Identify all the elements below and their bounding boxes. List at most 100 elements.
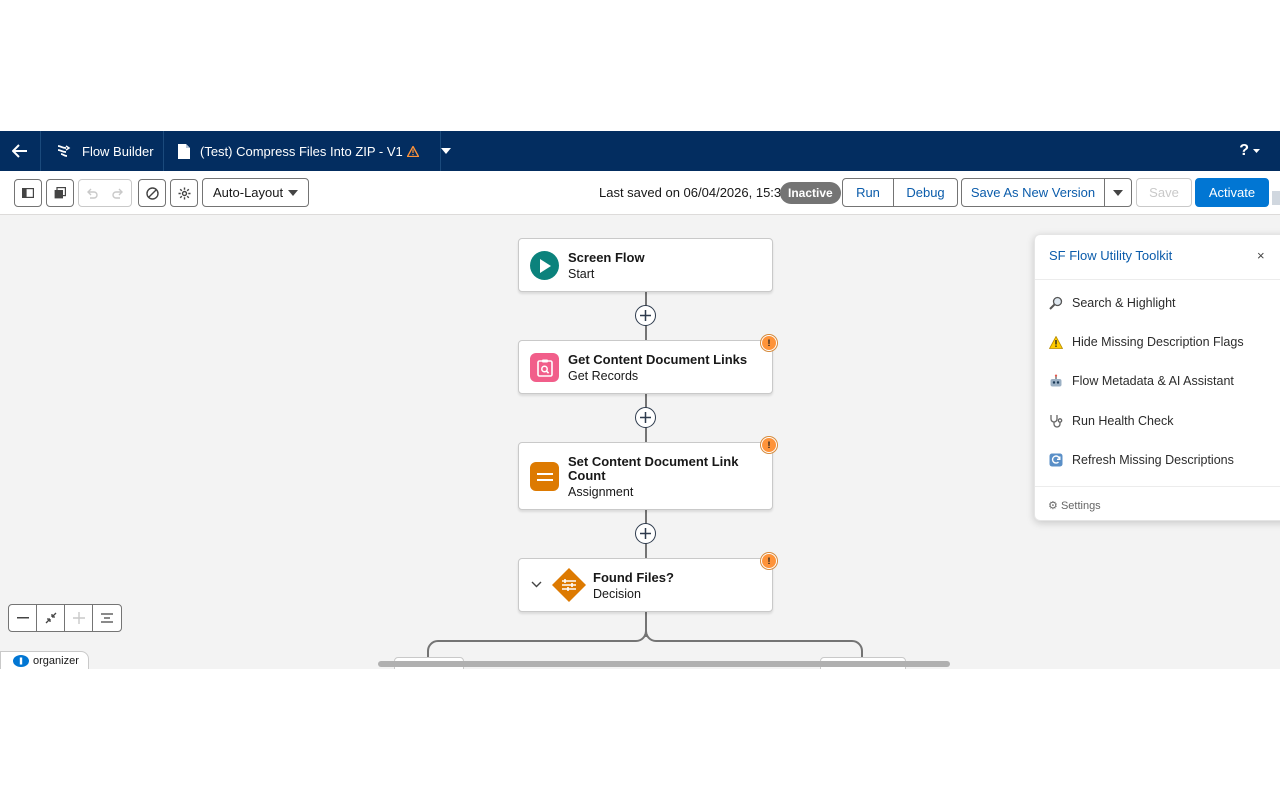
panel-title: SF Flow Utility Toolkit bbox=[1049, 248, 1173, 263]
settings-link[interactable]: ⚙ Settings bbox=[1048, 499, 1101, 512]
add-element-button[interactable] bbox=[635, 407, 656, 428]
flow-title: (Test) Compress Files Into ZIP - V1 bbox=[200, 143, 403, 159]
toolkit-item-label: Run Health Check bbox=[1072, 414, 1174, 428]
save-options-button[interactable] bbox=[1104, 178, 1132, 207]
app-header: Flow Builder (Test) Compress Files Into … bbox=[0, 131, 1280, 171]
warning-icon bbox=[406, 145, 419, 157]
flow-node-assignment[interactable]: Set Content Document Link Count Assignme… bbox=[518, 442, 773, 510]
robot-icon bbox=[1049, 374, 1063, 388]
close-button[interactable]: × bbox=[1257, 248, 1265, 263]
help-menu[interactable]: ? bbox=[1239, 131, 1260, 171]
toolkit-item-search-highlight[interactable]: Search & Highlight bbox=[1049, 294, 1176, 312]
chevron-down-icon[interactable] bbox=[531, 581, 542, 588]
settings-label: Settings bbox=[1060, 500, 1101, 512]
toolkit-item-hide-missing-description-flags[interactable]: Hide Missing Description Flags bbox=[1049, 333, 1244, 351]
add-element-button[interactable] bbox=[635, 305, 656, 326]
app-name: Flow Builder bbox=[82, 143, 154, 159]
organizer-label: organizer bbox=[33, 655, 79, 667]
plus-icon bbox=[640, 528, 651, 539]
back-arrow-icon bbox=[12, 144, 27, 158]
flow-node-start[interactable]: Screen Flow Start bbox=[518, 238, 773, 292]
get-records-icon bbox=[530, 353, 559, 382]
magnifier-icon bbox=[1049, 296, 1063, 310]
back-button[interactable] bbox=[0, 131, 40, 171]
flow-title-menu[interactable]: (Test) Compress Files Into ZIP - V1 bbox=[178, 131, 451, 171]
minus-icon bbox=[16, 617, 29, 619]
toggle-sidebar-button[interactable] bbox=[14, 179, 42, 207]
plus-icon bbox=[72, 612, 85, 624]
node-title: Set Content Document Link Count bbox=[568, 454, 739, 483]
organizer-tab[interactable]: organizer bbox=[0, 651, 89, 669]
block-button[interactable] bbox=[138, 179, 166, 207]
node-subtitle: Start bbox=[568, 267, 595, 281]
settings-button[interactable] bbox=[170, 179, 198, 207]
layout-select-value: Auto-Layout bbox=[213, 185, 284, 200]
layout-select[interactable]: Auto-Layout bbox=[202, 178, 309, 207]
flow-node-decision[interactable]: Found Files? Decision bbox=[518, 558, 773, 612]
collapse-icon bbox=[45, 612, 56, 624]
debug-button[interactable]: Debug bbox=[893, 178, 958, 207]
stethoscope-icon bbox=[1049, 414, 1063, 428]
toolkit-item-label: Refresh Missing Descriptions bbox=[1072, 453, 1234, 467]
save-button[interactable]: Save bbox=[1136, 178, 1192, 207]
copy-icon bbox=[54, 187, 66, 199]
zoom-out-button[interactable] bbox=[9, 605, 37, 631]
node-title: Get Content Document Links bbox=[568, 352, 748, 367]
gear-icon: ⚙ bbox=[1048, 500, 1058, 512]
save-as-new-version-button[interactable]: Save As New Version bbox=[961, 178, 1105, 207]
align-center-icon bbox=[101, 613, 113, 623]
gear-icon bbox=[178, 187, 190, 199]
toolkit-item-flow-metadata-ai-assistant[interactable]: Flow Metadata & AI Assistant bbox=[1049, 372, 1234, 390]
assignment-icon bbox=[530, 462, 559, 491]
toolkit-item-label: Hide Missing Description Flags bbox=[1072, 335, 1244, 349]
activate-button[interactable]: Activate bbox=[1195, 178, 1269, 207]
refresh-icon bbox=[1049, 453, 1063, 467]
flow-node-get-records[interactable]: Get Content Document Links Get Records bbox=[518, 340, 773, 394]
status-badge: Inactive bbox=[780, 182, 841, 204]
plus-icon bbox=[640, 412, 651, 423]
flow-builder-icon bbox=[57, 145, 71, 157]
copy-button[interactable] bbox=[46, 179, 74, 207]
warning-badge-icon[interactable]: ! bbox=[761, 553, 777, 569]
chevron-down-icon bbox=[288, 189, 298, 196]
zoom-in-button[interactable] bbox=[65, 605, 93, 631]
chevron-down-icon bbox=[1113, 189, 1123, 196]
fit-view-button[interactable] bbox=[37, 605, 65, 631]
decision-icon bbox=[552, 568, 586, 602]
side-tab[interactable] bbox=[1272, 191, 1280, 205]
add-element-button[interactable] bbox=[635, 523, 656, 544]
auto-arrange-button[interactable] bbox=[93, 605, 121, 631]
run-button[interactable]: Run bbox=[842, 178, 894, 207]
play-icon bbox=[530, 251, 559, 280]
document-icon bbox=[178, 143, 190, 159]
warning-badge-icon[interactable]: ! bbox=[761, 335, 777, 351]
warning-icon bbox=[1049, 335, 1063, 349]
toolkit-item-run-health-check[interactable]: Run Health Check bbox=[1049, 412, 1173, 430]
chevron-down-icon bbox=[440, 148, 451, 154]
node-subtitle: Decision bbox=[593, 587, 641, 601]
help-label: ? bbox=[1239, 142, 1249, 159]
header-divider bbox=[40, 131, 41, 171]
node-title: Found Files? bbox=[593, 570, 674, 585]
chevron-down-icon bbox=[1253, 149, 1260, 153]
horizontal-scrollbar[interactable] bbox=[378, 661, 950, 667]
divider bbox=[1035, 279, 1280, 280]
header-divider bbox=[440, 131, 441, 171]
flow-builder-app: Flow Builder (Test) Compress Files Into … bbox=[0, 131, 1280, 669]
zoom-controls bbox=[8, 604, 122, 632]
node-title: Screen Flow bbox=[568, 250, 645, 265]
node-subtitle: Assignment bbox=[568, 485, 634, 499]
header-divider bbox=[163, 131, 164, 171]
toolkit-item-refresh-missing-descriptions[interactable]: Refresh Missing Descriptions bbox=[1049, 451, 1234, 469]
warning-badge-icon[interactable]: ! bbox=[761, 437, 777, 453]
app-brand: Flow Builder bbox=[56, 131, 154, 171]
plus-icon bbox=[640, 310, 651, 321]
sidebar-icon bbox=[22, 188, 34, 198]
block-icon bbox=[145, 186, 159, 200]
toolkit-item-label: Search & Highlight bbox=[1072, 296, 1176, 310]
organizer-logo-icon bbox=[13, 655, 29, 667]
node-subtitle: Get Records bbox=[568, 369, 639, 383]
undo-icon[interactable] bbox=[86, 187, 98, 199]
flow-utility-toolkit-panel: SF Flow Utility Toolkit × Search & Highl… bbox=[1034, 234, 1280, 521]
redo-icon[interactable] bbox=[112, 187, 124, 199]
